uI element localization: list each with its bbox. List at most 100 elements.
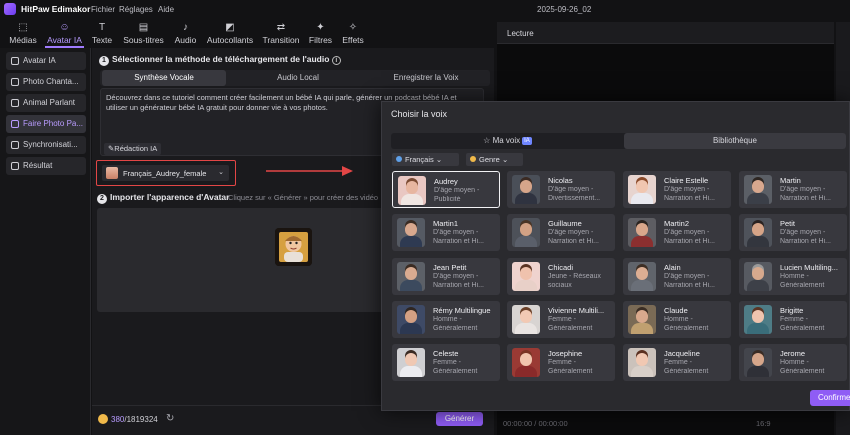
voice-card[interactable]: Petit D'âge moyen - Narration et Hi... — [739, 214, 847, 251]
info-icon[interactable]: i — [331, 56, 341, 65]
voice-portrait — [744, 305, 772, 334]
voice-portrait — [512, 305, 540, 334]
effects-icon: ✧ — [348, 22, 358, 33]
voice-card[interactable]: Vivienne Multili... Femme - Généralement — [507, 301, 615, 338]
refresh-icon[interactable]: ↻ — [166, 413, 174, 424]
step2-header: 2 Importer l'apparence d'Avatar — [97, 192, 229, 204]
portrait-body — [401, 194, 423, 205]
voice-desc-1: Homme - — [433, 316, 462, 323]
voice-desc-2: Généralement — [433, 325, 478, 332]
sidebar-item-synchronisation[interactable]: Synchronisati... — [6, 136, 86, 154]
tool-effets[interactable]: ✧ Effets — [340, 19, 366, 48]
voice-card[interactable]: Jerome Homme - Généralement — [739, 344, 847, 381]
voice-name: Celeste — [433, 349, 459, 358]
filter-icon: ✦ — [316, 22, 325, 33]
chevron-down-icon: ⌄ — [218, 169, 224, 176]
credits-total: /1819324 — [124, 415, 158, 424]
sidebar-item-photo-chantante[interactable]: Photo Chanta... — [6, 73, 86, 91]
sidebar-item-label: Avatar IA — [23, 56, 56, 65]
voice-card[interactable]: Jean Petit D'âge moyen - Narration et Hi..… — [392, 258, 500, 295]
portrait-body — [747, 366, 769, 377]
sidebar-item-faire-photo-parler[interactable]: Faire Photo Pa... — [6, 115, 86, 133]
voice-dropdown[interactable]: Français_Audrey_female ⌄ — [102, 165, 229, 181]
tab-ma-voix[interactable]: ☆ Ma voix IA — [391, 133, 624, 149]
sidebar-item-animal-parlant[interactable]: Animal Parlant — [6, 94, 86, 112]
subtitles-icon: ▤ — [138, 22, 149, 33]
voice-name: Jean Petit — [433, 263, 467, 272]
ia-badge: IA — [522, 137, 532, 145]
voice-desc-1: Femme - — [433, 359, 461, 366]
voice-desc-2: sociaux — [548, 282, 572, 289]
tool-avatar-ia[interactable]: ☺ Avatar IA — [45, 19, 84, 48]
portrait-body — [747, 280, 769, 291]
tool-autocollants[interactable]: ◩ Autocollants — [205, 19, 255, 48]
avatar-image-thumbnail[interactable] — [275, 228, 312, 266]
redaction-ia-button[interactable]: ✎Rédaction IA — [104, 143, 162, 155]
tab-bibliotheque[interactable]: Bibliothèque — [624, 133, 846, 149]
tool-label: Audio — [174, 35, 197, 45]
voice-card[interactable]: Claire Estelle D'âge moyen - Narration et … — [623, 171, 731, 208]
voice-card[interactable]: Josephine Femme - Généralement — [507, 344, 615, 381]
preview-header: Lecture — [497, 22, 834, 44]
voice-desc-1: Femme - — [780, 316, 808, 323]
tool-audio[interactable]: ♪ Audio — [172, 19, 199, 48]
voice-card[interactable]: Lucien Multiling... Homme - Généralement — [739, 258, 847, 295]
portrait-head — [520, 223, 532, 236]
tool-sous-titres[interactable]: ▤ Sous-titres — [121, 19, 166, 48]
tool-medias[interactable]: ⬚ Médias — [6, 19, 40, 48]
voice-card[interactable]: Martin D'âge moyen - Narration et Hi... — [739, 171, 847, 208]
portrait-head — [636, 353, 648, 366]
voice-card[interactable]: Chicadi Jeune - Réseaux sociaux — [507, 258, 615, 295]
voice-desc-1: Homme - — [664, 316, 693, 323]
voice-desc-2: Narration et Hi... — [664, 195, 715, 202]
coin-icon — [98, 414, 108, 424]
credits-used: 380 — [111, 415, 125, 424]
avatar-icon: ☺ — [59, 22, 70, 33]
voice-card[interactable]: Alain D'âge moyen - Narration et Hi... — [623, 258, 731, 295]
voice-desc-1: Femme - — [548, 316, 576, 323]
annotation-arrow-icon — [266, 166, 353, 176]
voice-card[interactable]: Audrey D'âge moyen - Publicité — [392, 171, 500, 208]
language-filter[interactable]: Français ⌄ — [392, 153, 459, 166]
voice-desc-1: D'âge moyen - — [548, 186, 594, 193]
voice-portrait — [628, 262, 656, 291]
tab-enregistrer-voix[interactable]: Enregistrer la Voix — [364, 70, 488, 86]
tool-label: Effets — [342, 35, 364, 45]
tab-synthese-vocale[interactable]: Synthèse Vocale — [102, 70, 226, 86]
voice-card[interactable]: Claude Homme - Généralement — [623, 301, 731, 338]
voice-card[interactable]: Brigitte Femme - Généralement — [739, 301, 847, 338]
voice-portrait — [744, 175, 772, 204]
voice-card[interactable]: Celeste Femme - Généralement — [392, 344, 500, 381]
menu-fichier[interactable]: Fichier — [91, 5, 115, 14]
voice-name: Nicolas — [548, 176, 573, 185]
voice-card[interactable]: Martin2 D'âge moyen - Narration et Hi... — [623, 214, 731, 251]
sidebar-item-resultat[interactable]: Résultat — [6, 157, 86, 175]
text-icon: T — [98, 22, 106, 33]
sidebar-item-avatar-ia[interactable]: Avatar IA — [6, 52, 86, 70]
voice-desc-1: D'âge moyen - — [433, 273, 479, 280]
voice-name: Vivienne Multili... — [548, 306, 605, 315]
tab-audio-local[interactable]: Audio Local — [236, 70, 360, 86]
tool-filtres[interactable]: ✦ Filtres — [307, 19, 334, 48]
menu-reglages[interactable]: Réglages — [119, 5, 153, 14]
tool-transition[interactable]: ⇄ Transition — [261, 19, 301, 48]
dialog-title: Choisir la voix — [391, 109, 448, 119]
generate-button[interactable]: Générer — [436, 412, 483, 426]
portrait-head — [636, 180, 648, 193]
voice-desc-2: Narration et Hi... — [780, 195, 831, 202]
menu-aide[interactable]: Aide — [158, 5, 174, 14]
confirm-button[interactable]: Confirmer — [810, 390, 850, 406]
portrait-body — [747, 323, 769, 334]
voice-card[interactable]: Martin1 D'âge moyen - Narration et Hi... — [392, 214, 500, 251]
gender-filter[interactable]: Genre ⌄ — [466, 153, 523, 166]
voice-card[interactable]: Jacqueline Femme - Généralement — [623, 344, 731, 381]
voice-card[interactable]: Rémy Multilingue Homme - Généralement — [392, 301, 500, 338]
voice-desc-1: D'âge moyen - — [548, 229, 594, 236]
portrait-head — [752, 310, 764, 323]
voice-card[interactable]: Nicolas D'âge moyen - Divertissement... — [507, 171, 615, 208]
tool-texte[interactable]: T Texte — [89, 19, 115, 48]
voice-card[interactable]: Guillaume D'âge moyen - Narration et Hi... — [507, 214, 615, 251]
aspect-ratio[interactable]: 16:9 — [756, 419, 771, 428]
voice-desc-2: Publicité — [434, 196, 461, 203]
portrait-head — [520, 310, 532, 323]
